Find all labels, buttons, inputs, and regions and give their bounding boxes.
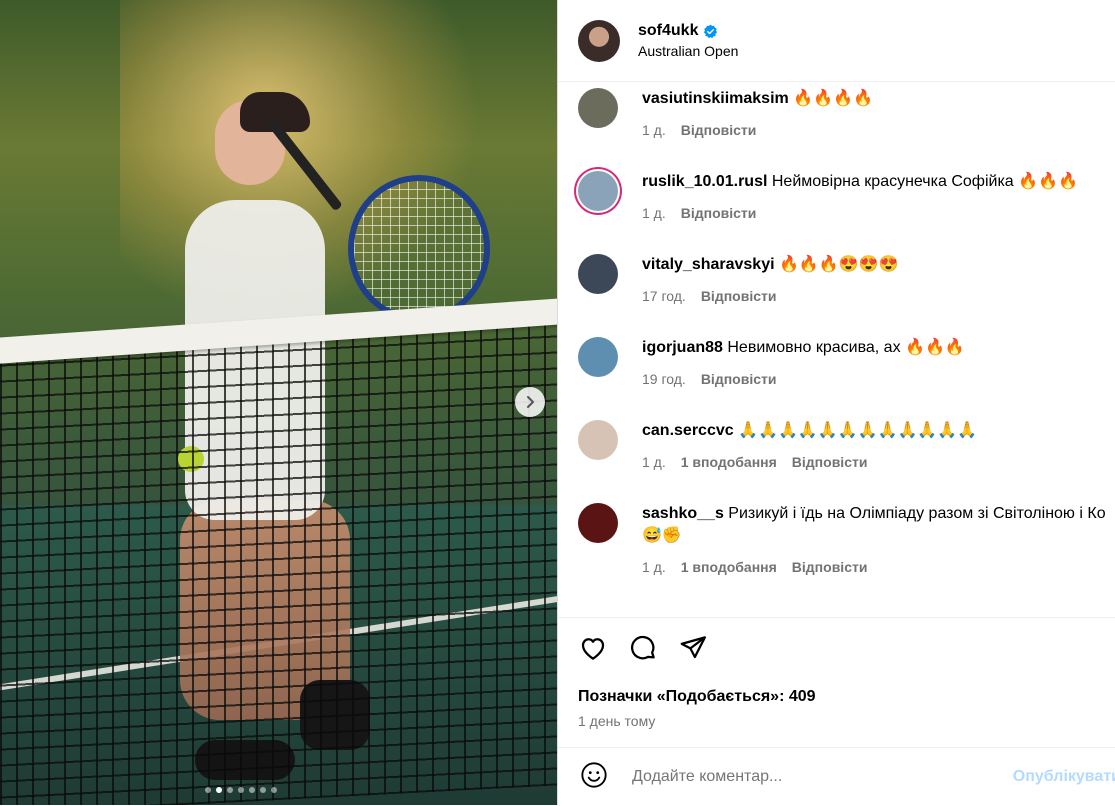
comment-time: 17 год. [642, 288, 686, 304]
comment-item: igorjuan88 Невимовно красива, ах 🔥🔥🔥 19 г… [578, 337, 1107, 390]
post-modal: sof4ukk Australian Open vasiutinskiimaks… [0, 0, 1115, 805]
comment-time: 1 д. [642, 454, 666, 470]
reply-button[interactable]: Відповісти [701, 368, 777, 390]
verified-badge-icon [704, 24, 718, 38]
carousel-dot [271, 787, 277, 793]
carousel-indicator [205, 787, 277, 793]
reply-button[interactable]: Відповісти [792, 556, 868, 578]
carousel-dot [249, 787, 255, 793]
chevron-right-icon [527, 396, 534, 408]
post-sidebar: sof4ukk Australian Open vasiutinskiimaks… [557, 0, 1115, 805]
comment-time: 1 д. [642, 122, 666, 138]
divider [558, 617, 1115, 618]
carousel-dot [227, 787, 233, 793]
likes-count[interactable]: Позначки «Подобається»: 409 [578, 688, 816, 706]
comment-time: 1 д. [642, 205, 666, 221]
photo-net [0, 315, 557, 805]
commenter-avatar[interactable] [578, 88, 618, 128]
reply-button[interactable]: Відповісти [701, 285, 777, 307]
comment-username[interactable]: vasiutinskiimaksim [642, 90, 789, 107]
commenter-avatar[interactable] [578, 337, 618, 377]
comment-username[interactable]: can.serccvc [642, 422, 734, 439]
comment-username[interactable]: sashko__s [642, 505, 724, 522]
post-actions [578, 633, 708, 663]
carousel-dot [216, 787, 222, 793]
heart-icon[interactable] [578, 633, 608, 663]
comment-username[interactable]: vitaly_sharavskyi [642, 256, 775, 273]
photo-racket [348, 175, 490, 322]
post-photo[interactable] [0, 0, 557, 805]
comment-icon[interactable] [628, 633, 658, 663]
comment-item: sashko__s Ризикуй і їдь на Олімпіаду раз… [578, 503, 1107, 578]
comments-list: vasiutinskiimaksim 🔥🔥🔥🔥 1 д. Відповісти rus… [558, 82, 1115, 617]
commenter-avatar[interactable] [578, 171, 618, 211]
comment-username[interactable]: ruslik_10.01.rusl [642, 173, 767, 190]
emoji-button[interactable] [580, 761, 608, 794]
carousel-dot [238, 787, 244, 793]
comment-likes[interactable]: 1 вподобання [681, 451, 777, 473]
comment-text: Невимовно красива, ах 🔥🔥🔥 [727, 339, 965, 356]
comment-composer: Опублікувати [558, 747, 1115, 806]
emoji-icon [581, 761, 607, 788]
comment-time: 1 д. [642, 559, 666, 575]
comment-item: can.serccvc 🙏🙏🙏🙏🙏🙏🙏🙏🙏🙏🙏🙏 1 д. 1 вподобання… [578, 420, 1107, 473]
comment-username[interactable]: igorjuan88 [642, 339, 723, 356]
author-username[interactable]: sof4ukk [638, 22, 698, 40]
commenter-avatar[interactable] [578, 503, 618, 543]
author-avatar[interactable] [578, 19, 620, 62]
comment-text: Неймовірна красунечка Софійка 🔥🔥🔥 [771, 173, 1078, 190]
post-location[interactable]: Australian Open [638, 43, 738, 59]
carousel-dot [205, 787, 211, 793]
comment-item: vasiutinskiimaksim 🔥🔥🔥🔥 1 д. Відповісти [578, 88, 1107, 141]
post-header: sof4ukk Australian Open [558, 0, 1115, 82]
comment-likes[interactable]: 1 вподобання [681, 556, 777, 578]
reply-button[interactable]: Відповісти [792, 451, 868, 473]
comment-item: ruslik_10.01.rusl Неймовірна красунечка … [578, 171, 1107, 224]
share-icon[interactable] [678, 633, 708, 663]
comment-text: 🙏🙏🙏🙏🙏🙏🙏🙏🙏🙏🙏🙏 [738, 422, 978, 439]
commenter-avatar[interactable] [578, 420, 618, 460]
comment-text: 🔥🔥🔥🔥 [793, 90, 873, 107]
carousel-dot [260, 787, 266, 793]
reply-button[interactable]: Відповісти [681, 202, 757, 224]
commenter-avatar[interactable] [578, 254, 618, 294]
next-photo-button[interactable] [515, 387, 545, 417]
comment-text: 🔥🔥🔥😍😍😍 [779, 256, 899, 273]
post-comment-button[interactable]: Опублікувати [1013, 768, 1115, 786]
comment-item: vitaly_sharavskyi 🔥🔥🔥😍😍😍 17 год. Відповіст… [578, 254, 1107, 307]
comment-time: 19 год. [642, 371, 686, 387]
reply-button[interactable]: Відповісти [681, 119, 757, 141]
post-timestamp: 1 день тому [578, 713, 656, 729]
